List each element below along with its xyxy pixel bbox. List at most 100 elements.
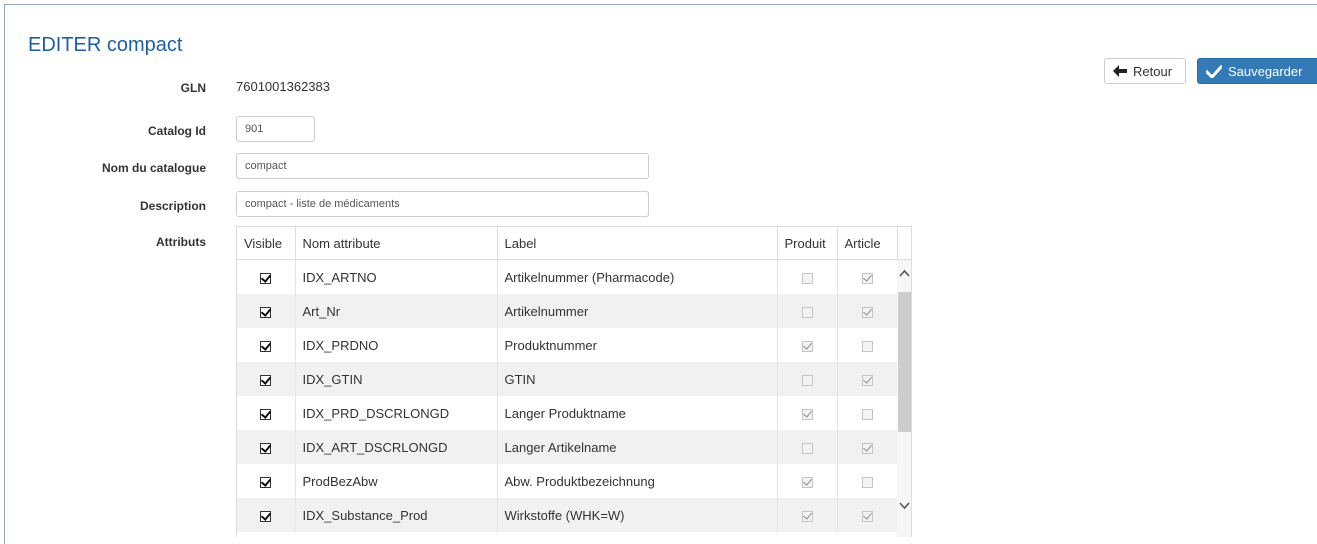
column-header-article[interactable]: Article [837,227,898,260]
table-row: Art_Nr Artikelnummer [237,294,898,328]
attribute-label: GTIN [497,362,778,396]
visible-cell [237,464,296,498]
produit-checkbox [801,408,813,420]
sauvegarder-button[interactable]: Sauvegarder [1197,58,1317,84]
visible-checkbox[interactable] [260,510,272,522]
catalog-name-label: Nom du catalogue [101,161,206,175]
scroll-header-spacer [897,227,911,260]
attribute-name: IDX_ART_DSCRLONGD [295,430,498,464]
article-checkbox [861,510,873,522]
produit-checkbox [801,442,813,454]
article-cell [837,259,898,294]
column-header-produit[interactable]: Produit [777,227,838,260]
article-checkbox [861,408,873,420]
visible-cell [237,498,296,532]
table-row: ProdBezAbw Abw. Produktbezeichnung [237,464,898,498]
retour-button[interactable]: Retour [1104,58,1186,84]
attributes-table: Visible Nom attribute Label Produit Arti… [236,226,912,537]
article-cell [837,464,898,498]
visible-checkbox[interactable] [260,272,272,284]
column-header-label[interactable]: Label [497,227,778,260]
article-checkbox [861,476,873,488]
produit-cell [777,328,838,362]
table-row: IDX_ART_DSCRLONGD Langer Artikelname [237,430,898,464]
article-cell [837,362,898,396]
article-cell [837,294,898,328]
table-row: IDX_GTIN GTIN [237,362,898,396]
attribute-name: IDX_PRDNO [295,328,498,362]
article-checkbox [861,442,873,454]
attribute-name: ProdBezAbw [295,464,498,498]
scroll-up-icon[interactable] [899,268,910,279]
attribute-name: Art_Nr [295,294,498,328]
produit-checkbox [801,510,813,522]
article-cell [837,328,898,362]
article-checkbox [861,374,873,386]
produit-cell [777,362,838,396]
arrow-left-icon [1113,65,1127,77]
visible-cell [237,430,296,464]
vertical-scrollbar[interactable] [897,260,911,537]
visible-cell [237,294,296,328]
scroll-down-icon[interactable] [899,500,910,511]
gln-value: 7601001362383 [236,79,330,94]
catalog-id-input[interactable] [236,116,315,142]
table-header-row: Visible Nom attribute Label Produit Arti… [237,227,898,260]
catalog-id-label: Catalog Id [147,124,206,138]
attribute-label: Langer Artikelname [497,430,778,464]
attribute-label: Produktnummer [497,328,778,362]
attribute-name: IDX_ARTNO [295,259,498,294]
produit-cell [777,396,838,430]
article-cell [837,396,898,430]
visible-checkbox[interactable] [260,306,272,318]
article-checkbox [861,272,873,284]
article-checkbox [861,306,873,318]
article-checkbox [861,340,873,352]
attribute-name: IDX_GTIN [295,362,498,396]
visible-checkbox[interactable] [260,442,272,454]
description-label: Description [139,199,206,213]
checkmark-icon [1206,64,1222,78]
table-row: IDX_PRDNO Produktnummer [237,328,898,362]
column-header-visible[interactable]: Visible [237,227,296,260]
visible-checkbox[interactable] [260,374,272,386]
produit-checkbox [801,306,813,318]
attribute-label: Wirkstoffe (WHK=W) [497,498,778,532]
visible-cell [237,396,296,430]
table-row: IDX_PRD_DSCRLONGD Langer Produktname [237,396,898,430]
visible-checkbox[interactable] [260,408,272,420]
attribute-name: IDX_PRD_DSCRLONGD [295,396,498,430]
description-input[interactable] [236,191,649,217]
produit-checkbox [801,340,813,352]
produit-checkbox [801,374,813,386]
scroll-thumb[interactable] [898,292,911,432]
attribute-label: Langer Produktname [497,396,778,430]
produit-checkbox [801,272,813,284]
catalog-name-input[interactable] [236,153,649,179]
visible-cell [237,362,296,396]
produit-cell [777,464,838,498]
attribute-label: Abw. Produktbezeichnung [497,464,778,498]
attribute-label: Artikelnummer (Pharmacode) [497,259,778,294]
attribute-label: Artikelnummer [497,294,778,328]
produit-cell [777,259,838,294]
attribute-name: IDX_Substance_Prod [295,498,498,532]
produit-checkbox [801,476,813,488]
retour-label: Retour [1133,63,1173,79]
visible-checkbox[interactable] [260,340,272,352]
visible-cell [237,328,296,362]
article-cell [837,430,898,464]
page-title: EDITER compact [28,34,183,56]
column-header-name[interactable]: Nom attribute [295,227,498,260]
visible-cell [237,259,296,294]
produit-cell [777,498,838,532]
produit-cell [777,430,838,464]
produit-cell [777,294,838,328]
article-cell [837,498,898,532]
table-row: IDX_Substance_Prod Wirkstoffe (WHK=W) [237,498,898,532]
sauvegarder-label: Sauvegarder [1228,63,1303,79]
table-row: IDX_ARTNO Artikelnummer (Pharmacode) [237,259,898,294]
gln-label: GLN [180,81,206,95]
visible-checkbox[interactable] [260,476,272,488]
attributes-label: Attributs [156,235,206,249]
